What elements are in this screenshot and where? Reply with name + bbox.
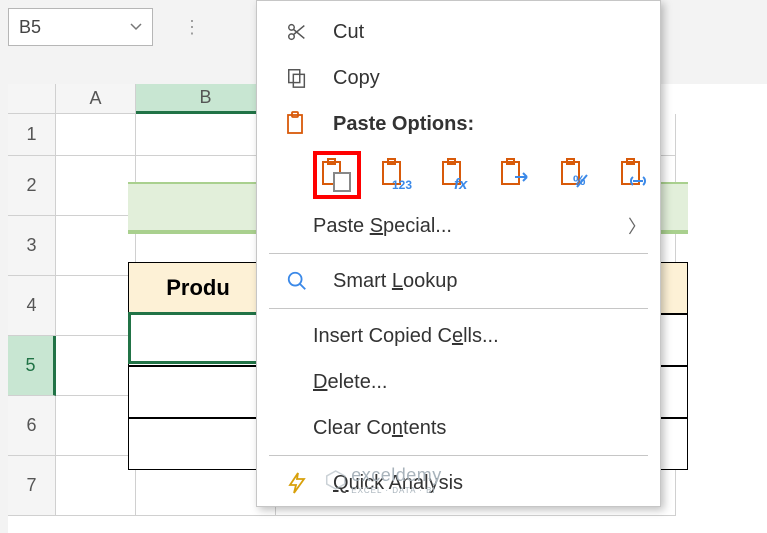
column-header-b[interactable]: B	[136, 84, 276, 114]
menu-label: Clear Contents	[313, 417, 446, 440]
row-header-5[interactable]: 5	[8, 336, 56, 396]
search-icon	[281, 270, 313, 292]
copy-icon	[281, 67, 313, 89]
table-row[interactable]	[128, 418, 268, 470]
separator	[269, 308, 648, 309]
table-header-product: Produ	[128, 262, 268, 314]
column-header-a[interactable]: A	[56, 84, 136, 114]
chevron-down-icon	[130, 23, 142, 31]
row-header-6[interactable]: 6	[8, 396, 56, 456]
name-box-row: B5 ⋮	[8, 8, 201, 46]
row-headers: 1 2 3 4 5 6 7	[8, 114, 56, 516]
menu-clear-contents[interactable]: Clear Contents	[257, 405, 660, 451]
scissors-icon	[281, 21, 313, 43]
menu-paste-special[interactable]: Paste Special... 〉	[257, 203, 660, 249]
paste-options-row: 123 fx %	[257, 147, 660, 203]
paste-formatting-button[interactable]: %	[552, 151, 600, 199]
paste-all-button[interactable]	[313, 151, 361, 199]
menu-cut[interactable]: Cut	[257, 9, 660, 55]
menu-label: Cut	[333, 21, 364, 44]
separator	[269, 455, 648, 456]
select-all-corner[interactable]	[8, 84, 56, 114]
menu-label: Quick Analysis	[333, 472, 463, 495]
paste-formulas-button[interactable]: fx	[433, 151, 481, 199]
menu-label: Delete...	[313, 371, 388, 394]
menu-paste-options-header: Paste Options:	[257, 101, 660, 147]
formula-bar-handle-icon: ⋮	[183, 17, 201, 38]
paste-link-button[interactable]	[612, 151, 660, 199]
menu-copy[interactable]: Copy	[257, 55, 660, 101]
menu-label: Copy	[333, 67, 380, 90]
menu-label: Paste Options:	[333, 113, 474, 136]
name-box-value: B5	[19, 17, 130, 38]
menu-delete[interactable]: Delete...	[257, 359, 660, 405]
row-header-4[interactable]: 4	[8, 276, 56, 336]
menu-quick-analysis[interactable]: Quick Analysis	[257, 460, 660, 506]
menu-label: Insert Copied Cells...	[313, 325, 499, 348]
menu-label: Smart Lookup	[333, 270, 458, 293]
table-row[interactable]	[128, 366, 268, 418]
svg-text:123: 123	[392, 178, 412, 192]
paste-values-button[interactable]: 123	[373, 151, 421, 199]
chevron-right-icon: 〉	[628, 213, 646, 239]
svg-text:fx: fx	[454, 176, 468, 193]
row-header-7[interactable]: 7	[8, 456, 56, 516]
name-box[interactable]: B5	[8, 8, 153, 46]
table-row[interactable]	[128, 314, 268, 366]
separator	[269, 253, 648, 254]
clipboard-icon	[281, 111, 313, 137]
menu-label: Paste Special...	[313, 215, 452, 238]
row-header-3[interactable]: 3	[8, 216, 56, 276]
paste-transpose-button[interactable]	[492, 151, 540, 199]
lightning-icon	[281, 472, 313, 494]
context-menu: Cut Copy Paste Options: 123 fx %	[256, 0, 661, 507]
row-header-2[interactable]: 2	[8, 156, 56, 216]
menu-smart-lookup[interactable]: Smart Lookup	[257, 258, 660, 304]
row-header-1[interactable]: 1	[8, 114, 56, 156]
menu-insert-copied-cells[interactable]: Insert Copied Cells...	[257, 313, 660, 359]
